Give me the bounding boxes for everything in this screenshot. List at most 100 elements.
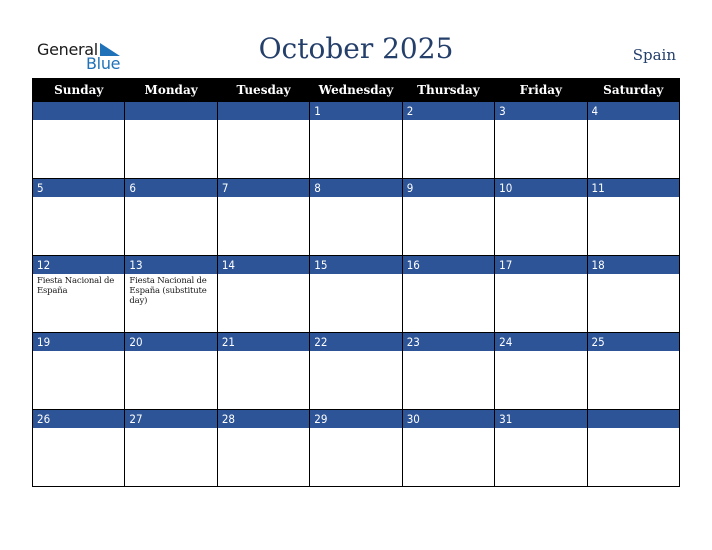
day-number bbox=[125, 102, 217, 120]
weekday-friday: Friday bbox=[494, 78, 588, 102]
calendar-title: October 2025 bbox=[258, 32, 454, 65]
day-cell[interactable]: 8 bbox=[309, 178, 403, 256]
day-cell[interactable]: 4 bbox=[586, 101, 681, 179]
day-cell[interactable]: 28 bbox=[216, 409, 311, 487]
holiday-note bbox=[33, 428, 124, 430]
day-number: 26 bbox=[33, 410, 125, 428]
day-cell[interactable]: 12 Fiesta Nacional de España bbox=[31, 255, 126, 333]
week-row: 19 20 21 22 23 24 25 bbox=[31, 332, 681, 410]
day-cell[interactable]: 30 bbox=[401, 409, 496, 487]
day-cell[interactable]: 17 bbox=[494, 255, 588, 333]
day-number: 29 bbox=[310, 410, 402, 428]
day-number: 16 bbox=[402, 256, 495, 274]
day-number: 19 bbox=[33, 333, 125, 351]
day-cell[interactable]: 25 bbox=[586, 332, 681, 410]
holiday-note bbox=[588, 428, 679, 430]
day-cell[interactable]: 1 bbox=[309, 101, 403, 179]
day-number: 4 bbox=[587, 102, 679, 120]
holiday-note bbox=[218, 274, 309, 276]
week-row: 1234 bbox=[31, 101, 681, 179]
day-number: 28 bbox=[217, 410, 310, 428]
day-cell[interactable]: 14 bbox=[216, 255, 311, 333]
holiday-note bbox=[125, 351, 216, 353]
day-number: 8 bbox=[310, 179, 402, 197]
day-number: 30 bbox=[402, 410, 495, 428]
weekday-tuesday: Tuesday bbox=[216, 78, 311, 102]
day-number bbox=[587, 410, 679, 428]
day-number: 25 bbox=[587, 333, 679, 351]
day-cell[interactable]: 16 bbox=[401, 255, 496, 333]
holiday-note bbox=[218, 351, 309, 353]
day-cell[interactable]: 18 bbox=[586, 255, 681, 333]
day-cell[interactable]: 27 bbox=[124, 409, 218, 487]
day-number: 9 bbox=[402, 179, 495, 197]
day-number: 13 bbox=[125, 256, 217, 274]
day-cell[interactable]: 23 bbox=[401, 332, 496, 410]
day-cell[interactable]: 3 bbox=[494, 101, 588, 179]
holiday-note bbox=[218, 120, 309, 122]
holiday-note bbox=[218, 197, 309, 199]
holiday-note bbox=[218, 428, 309, 430]
day-cell[interactable]: 2 bbox=[401, 101, 496, 179]
day-cell[interactable] bbox=[586, 409, 681, 487]
week-row: 12 Fiesta Nacional de España 13 Fiesta Naci… bbox=[31, 255, 681, 333]
day-number: 31 bbox=[495, 410, 587, 428]
holiday-note bbox=[310, 120, 401, 122]
holiday-note bbox=[495, 428, 586, 430]
holiday-note bbox=[33, 197, 124, 199]
day-number bbox=[33, 102, 125, 120]
day-cell[interactable]: 13 Fiesta Nacional de España (substitute … bbox=[124, 255, 218, 333]
holiday-note bbox=[125, 120, 216, 122]
day-cell[interactable]: 26 bbox=[31, 409, 126, 487]
day-number: 18 bbox=[587, 256, 679, 274]
day-cell[interactable]: 29 bbox=[309, 409, 403, 487]
day-cell[interactable]: 20 bbox=[124, 332, 218, 410]
day-cell[interactable]: 24 bbox=[494, 332, 588, 410]
day-number: 1 bbox=[310, 102, 402, 120]
holiday-note bbox=[33, 120, 124, 122]
day-cell[interactable]: 22 bbox=[309, 332, 403, 410]
holiday-note bbox=[588, 197, 679, 199]
day-cell[interactable]: 19 bbox=[31, 332, 126, 410]
holiday-note bbox=[310, 428, 401, 430]
holiday-note bbox=[310, 351, 401, 353]
holiday-note bbox=[495, 197, 586, 199]
holiday-note bbox=[588, 274, 679, 276]
day-number: 27 bbox=[125, 410, 217, 428]
day-cell[interactable]: 6 bbox=[124, 178, 218, 256]
day-cell[interactable]: 10 bbox=[494, 178, 588, 256]
day-cell[interactable] bbox=[216, 101, 311, 179]
holiday-note bbox=[588, 120, 679, 122]
weekday-sunday: Sunday bbox=[31, 78, 126, 102]
day-number: 12 bbox=[33, 256, 125, 274]
holiday-note bbox=[403, 428, 494, 430]
holiday-note bbox=[310, 197, 401, 199]
day-number: 23 bbox=[402, 333, 495, 351]
holiday-note bbox=[125, 428, 216, 430]
weekday-thursday: Thursday bbox=[401, 78, 496, 102]
week-row: 26 27 28 29 30 31 bbox=[31, 409, 681, 487]
day-cell[interactable]: 31 bbox=[494, 409, 588, 487]
day-number: 22 bbox=[310, 333, 402, 351]
day-cell[interactable]: 21 bbox=[216, 332, 311, 410]
holiday-note bbox=[403, 120, 494, 122]
day-cell[interactable]: 9 bbox=[401, 178, 496, 256]
day-cell[interactable]: 5 bbox=[31, 178, 126, 256]
holiday-note bbox=[588, 351, 679, 353]
day-number: 20 bbox=[125, 333, 217, 351]
day-number: 15 bbox=[310, 256, 402, 274]
week-row: 5 6 7 8 9 10 11 bbox=[31, 178, 681, 256]
day-cell[interactable]: 11 bbox=[586, 178, 681, 256]
calendar-grid: Sunday Monday Tuesday Wednesday Thursday… bbox=[31, 78, 681, 487]
day-cell[interactable]: 7 bbox=[216, 178, 311, 256]
day-number: 10 bbox=[495, 179, 587, 197]
day-number: 11 bbox=[587, 179, 679, 197]
weekday-monday: Monday bbox=[124, 78, 218, 102]
day-cell[interactable] bbox=[31, 101, 126, 179]
weekday-wednesday: Wednesday bbox=[309, 78, 403, 102]
day-number: 14 bbox=[217, 256, 310, 274]
country-label: Spain bbox=[632, 46, 676, 64]
day-cell[interactable] bbox=[124, 101, 218, 179]
weekday-saturday: Saturday bbox=[586, 78, 681, 102]
day-cell[interactable]: 15 bbox=[309, 255, 403, 333]
